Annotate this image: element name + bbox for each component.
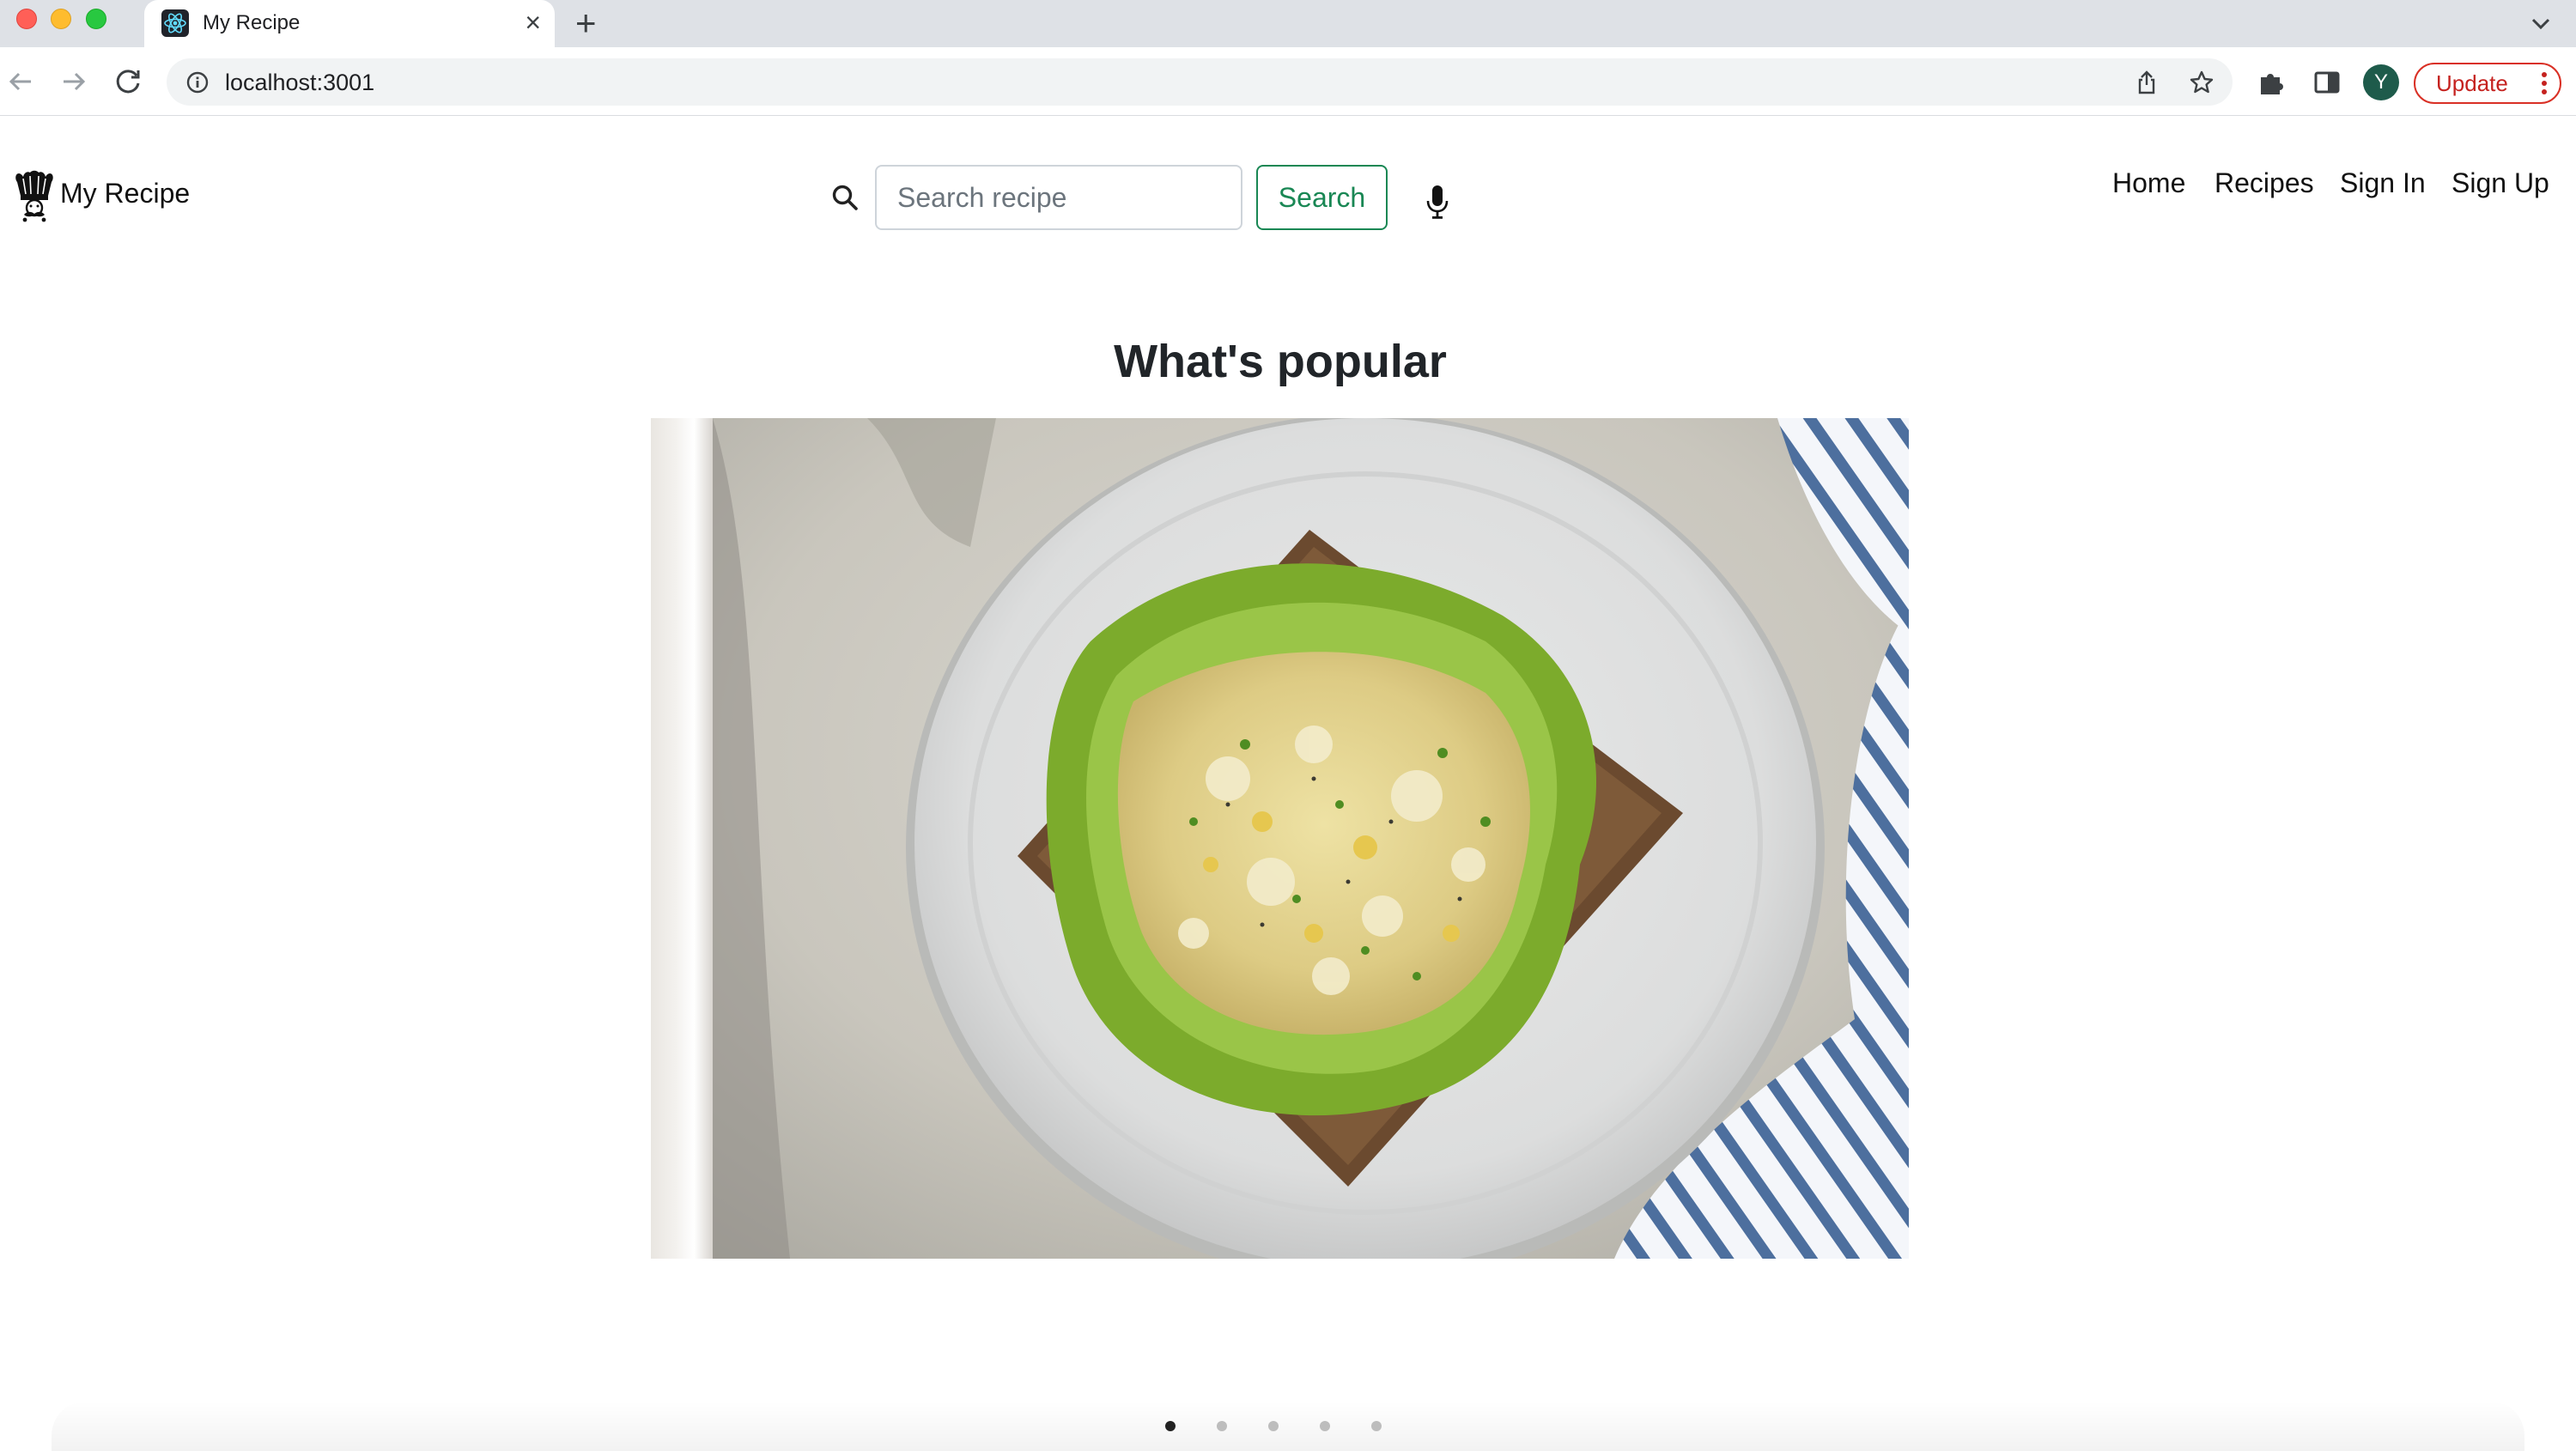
info-icon[interactable] [185, 70, 210, 94]
react-favicon-icon [161, 9, 189, 37]
carousel-dot-4[interactable] [1320, 1421, 1330, 1431]
carousel-dot-2[interactable] [1217, 1421, 1227, 1431]
browser-tab-strip: My Recipe × + [0, 0, 2576, 47]
maximize-window-button[interactable] [86, 9, 106, 29]
url-text: localhost:3001 [225, 70, 375, 95]
tab-title: My Recipe [203, 11, 301, 34]
reload-icon[interactable] [110, 63, 148, 100]
profile-avatar[interactable]: Y [2363, 64, 2399, 100]
previous-slide-peek[interactable] [651, 418, 713, 1259]
brand-name[interactable]: My Recipe [60, 178, 190, 209]
search-input[interactable] [875, 165, 1242, 230]
search-icon [832, 185, 858, 210]
carousel-dot-1[interactable] [1165, 1421, 1176, 1431]
back-icon[interactable] [2, 63, 39, 100]
tab-close-icon[interactable]: × [525, 8, 541, 37]
address-bar[interactable]: localhost:3001 [167, 58, 2233, 106]
nav-link-home[interactable]: Home [2112, 167, 2185, 199]
browser-toolbar: localhost:3001 Y Update [0, 47, 2576, 116]
extensions-icon[interactable] [2256, 67, 2287, 98]
carousel-dot-5[interactable] [1371, 1421, 1382, 1431]
popular-carousel[interactable] [651, 418, 1909, 1259]
footer-shadow [52, 1401, 2524, 1451]
new-tab-button[interactable]: + [575, 5, 597, 41]
chef-hat-logo-icon[interactable] [14, 170, 55, 223]
star-icon[interactable] [2189, 70, 2215, 95]
tab-search-icon[interactable] [2528, 10, 2554, 36]
update-button[interactable]: Update [2414, 63, 2561, 104]
carousel-dot-3[interactable] [1268, 1421, 1279, 1431]
nav-link-recipes[interactable]: Recipes [2215, 167, 2314, 199]
forward-icon[interactable] [55, 63, 93, 100]
nav-link-sign-up[interactable]: Sign Up [2451, 167, 2549, 199]
side-panel-icon[interactable] [2312, 67, 2342, 98]
minimize-window-button[interactable] [51, 9, 71, 29]
egg-salad-sandwich-image[interactable] [713, 418, 1909, 1259]
close-window-button[interactable] [16, 9, 37, 29]
update-label: Update [2436, 70, 2508, 96]
microphone-icon[interactable] [1425, 184, 1449, 220]
search-button[interactable]: Search [1256, 165, 1388, 230]
popular-section-title: What's popular [1114, 336, 1447, 387]
more-menu-icon [2542, 72, 2547, 94]
share-icon[interactable] [2134, 70, 2160, 95]
nav-link-sign-in[interactable]: Sign In [2340, 167, 2426, 199]
browser-tab-active[interactable]: My Recipe × [144, 0, 555, 47]
